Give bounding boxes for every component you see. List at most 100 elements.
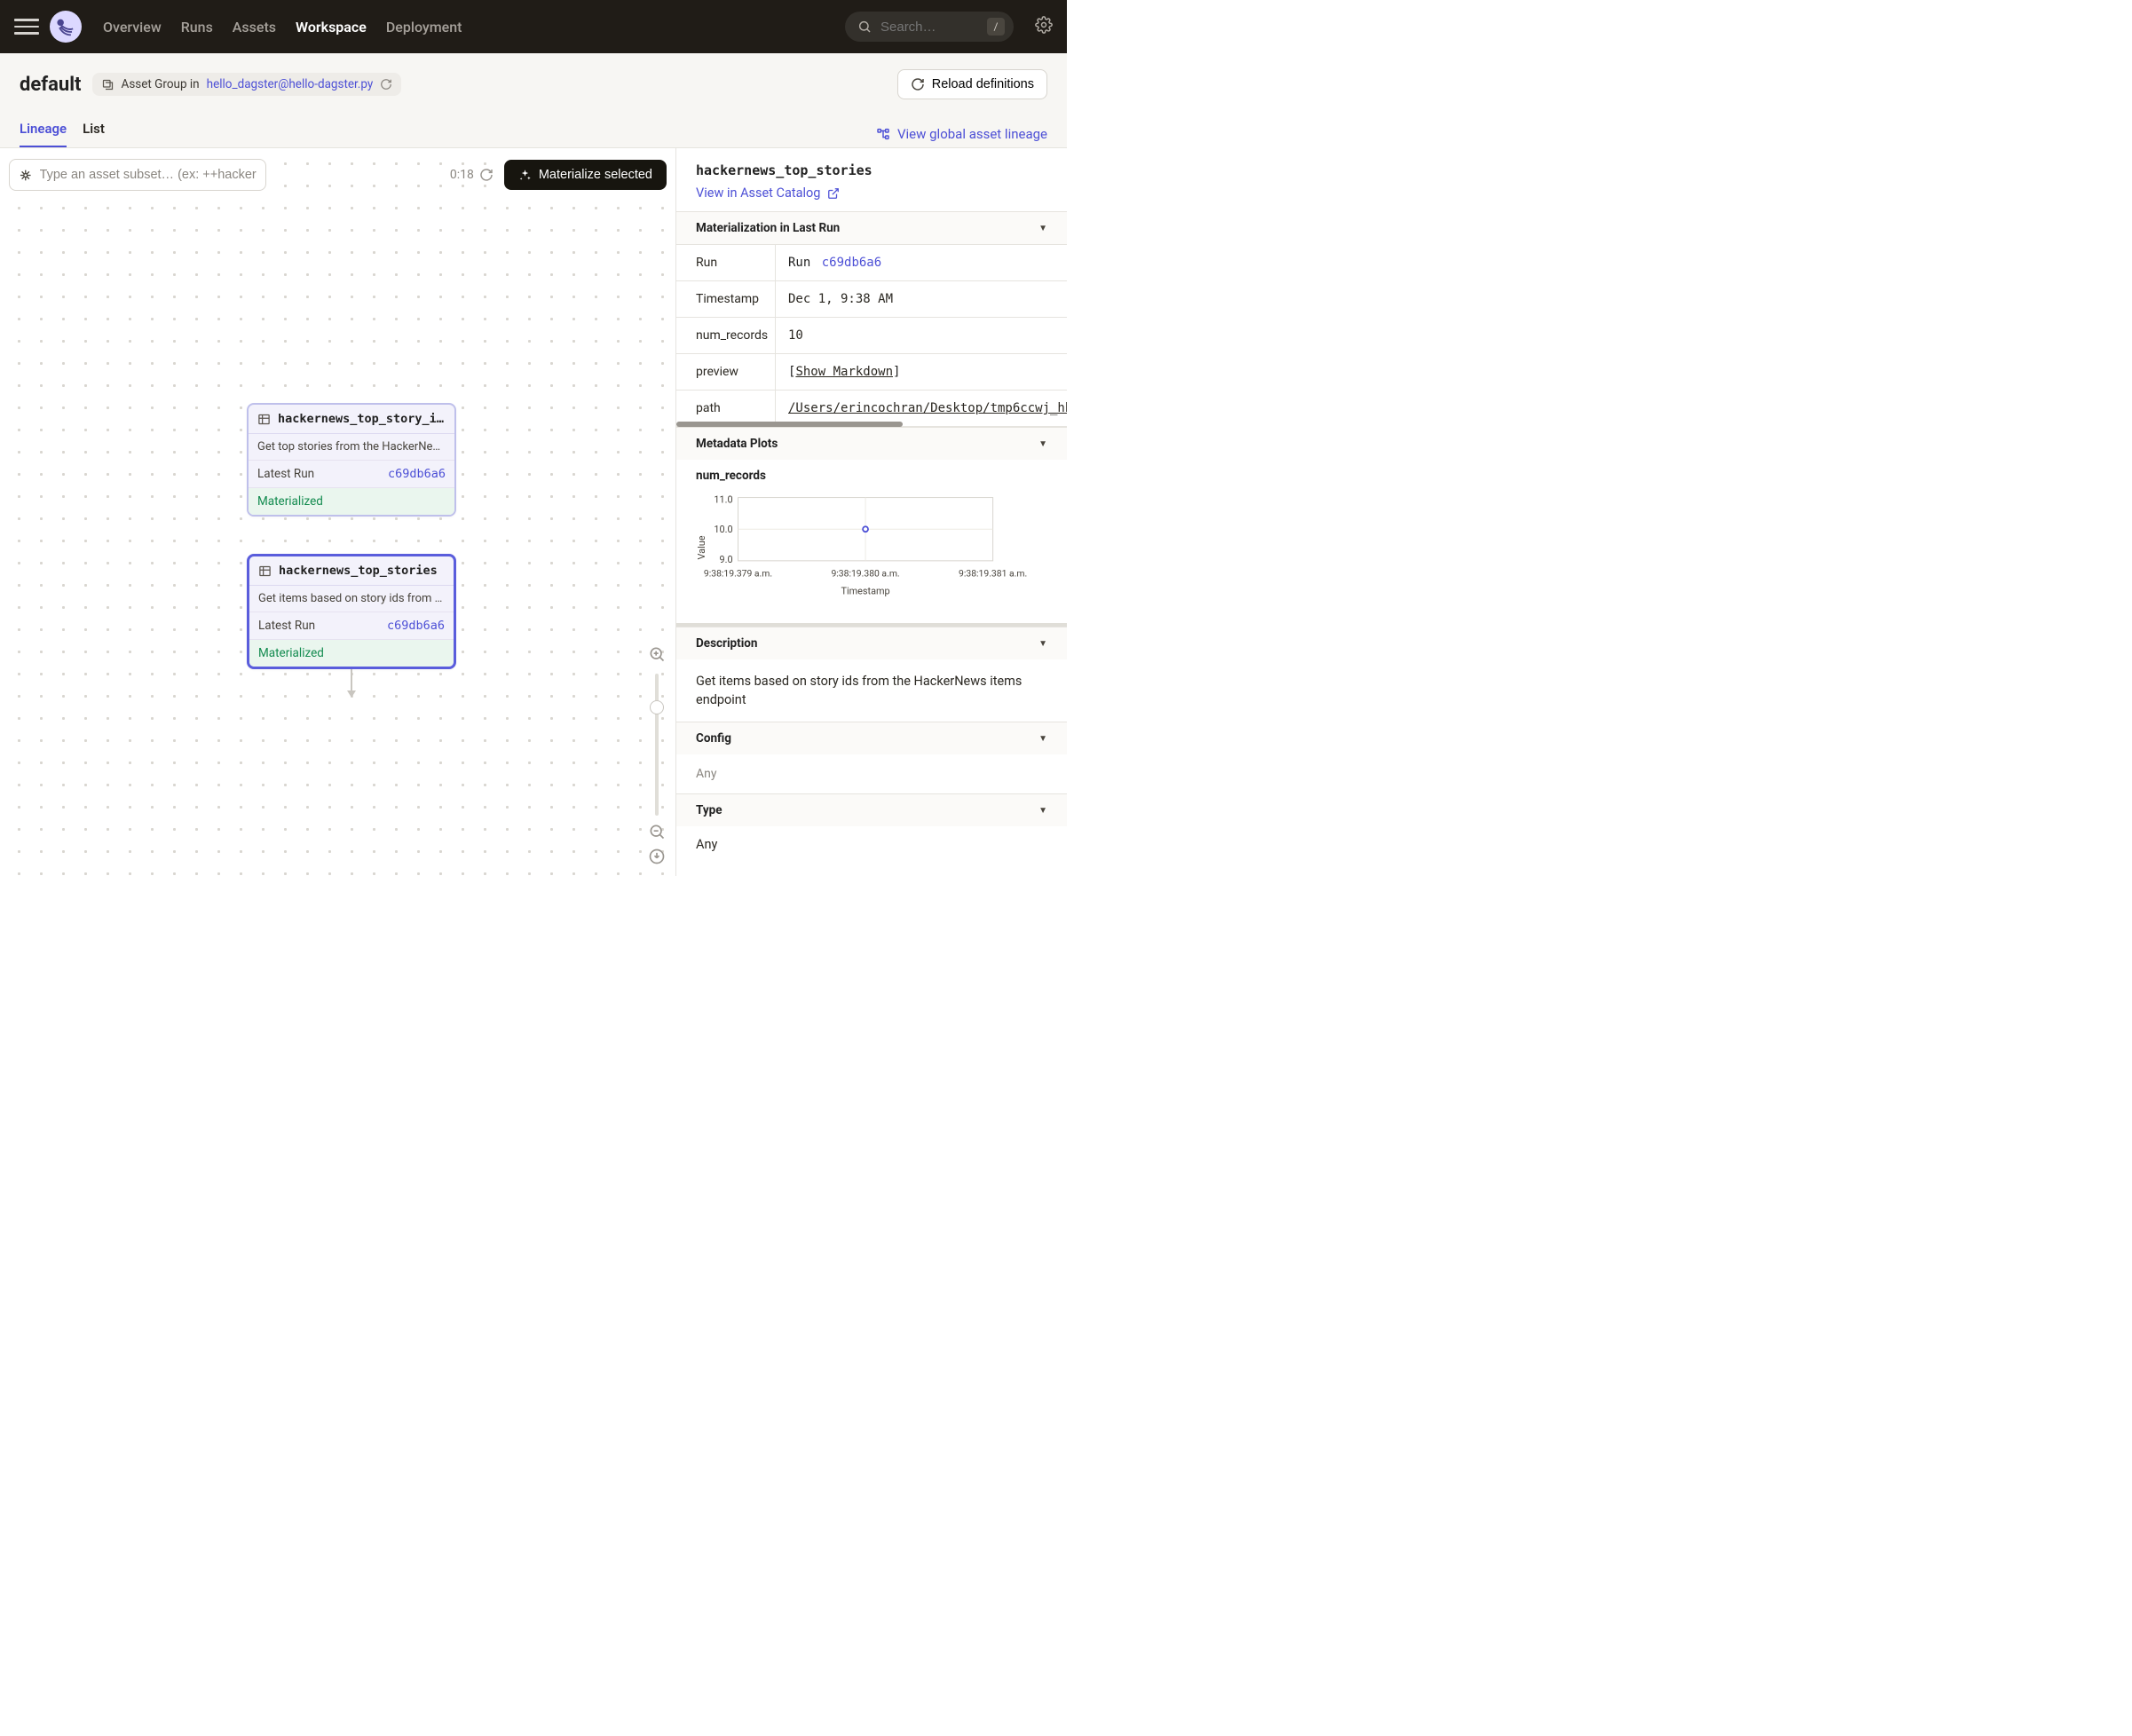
chevron-down-icon: ▼ — [1038, 439, 1047, 449]
row-value: Dec 1, 9:38 AM — [776, 281, 1067, 317]
tab-lineage[interactable]: Lineage — [20, 121, 67, 147]
canvas-pane: 0:18 Materialize selected hackernews_top… — [0, 148, 676, 876]
metadata-plot: num_records Value 11.0 10.0 9.0 9:38:19.… — [676, 460, 1067, 623]
row-key: path — [676, 391, 776, 426]
refresh-icon[interactable] — [479, 168, 494, 182]
search-icon — [857, 20, 872, 34]
asset-node-hackernews-top-stories[interactable]: hackernews_top_stories Get items based o… — [247, 554, 456, 669]
run-id-link[interactable]: c69db6a6 — [388, 467, 446, 481]
zoom-in-icon[interactable] — [648, 645, 666, 667]
external-link-icon — [827, 187, 840, 200]
node-name: hackernews_top_story_ids — [278, 412, 446, 426]
catalog-link-label: View in Asset Catalog — [696, 185, 820, 201]
svg-text:9.0: 9.0 — [719, 554, 732, 565]
section-label: Type — [696, 803, 723, 817]
asset-filter-input[interactable] — [40, 168, 257, 182]
table-row: Run Run c69db6a6 — [676, 245, 1067, 281]
tabs: Lineage List — [20, 121, 105, 147]
search-kbd: / — [987, 18, 1005, 36]
timer-value: 0:18 — [450, 168, 474, 182]
table-icon — [258, 564, 272, 578]
sparkle-icon — [518, 169, 532, 182]
nav-links: Overview Runs Assets Workspace Deploymen… — [103, 19, 462, 36]
nav-runs[interactable]: Runs — [181, 19, 213, 36]
page-title: default — [20, 74, 82, 96]
chevron-down-icon: ▼ — [1038, 734, 1047, 744]
badge-link[interactable]: hello_dagster@hello-dagster.py — [207, 77, 374, 91]
asset-filter-input-wrap[interactable] — [9, 159, 266, 191]
chevron-down-icon: ▼ — [1038, 639, 1047, 649]
materialization-table: Run Run c69db6a6 Timestamp Dec 1, 9:38 A… — [676, 244, 1067, 427]
svg-text:11.0: 11.0 — [714, 494, 732, 506]
download-icon[interactable] — [648, 848, 666, 869]
row-value: 10 — [776, 318, 1067, 353]
reload-definitions-button[interactable]: Reload definitions — [897, 69, 1047, 99]
run-id-link[interactable]: c69db6a6 — [822, 256, 881, 270]
table-row: Timestamp Dec 1, 9:38 AM — [676, 281, 1067, 318]
show-markdown-link[interactable]: Show Markdown — [795, 365, 893, 379]
refresh-timer: 0:18 — [450, 168, 494, 182]
search-input[interactable] — [880, 20, 978, 35]
row-key: preview — [676, 354, 776, 390]
page-header: default Asset Group in hello_dagster@hel… — [0, 53, 1067, 148]
run-id-link[interactable]: c69db6a6 — [387, 619, 445, 633]
row-key: Timestamp — [676, 281, 776, 317]
section-label: Config — [696, 731, 731, 746]
latest-run-label: Latest Run — [258, 619, 315, 633]
refresh-icon[interactable] — [380, 78, 392, 91]
latest-run-label: Latest Run — [257, 467, 314, 481]
global-lineage-label: View global asset lineage — [897, 126, 1047, 142]
top-nav: Overview Runs Assets Workspace Deploymen… — [0, 0, 1067, 53]
section-label: Metadata Plots — [696, 437, 778, 451]
materialize-selected-button[interactable]: Materialize selected — [504, 160, 667, 190]
nav-overview[interactable]: Overview — [103, 19, 162, 36]
section-label: Description — [696, 636, 757, 651]
menu-icon[interactable] — [14, 14, 39, 39]
run-prefix: Run — [788, 256, 810, 270]
reload-icon — [911, 77, 925, 91]
lineage-icon — [876, 127, 890, 141]
asset-node-hackernews-top-story-ids[interactable]: hackernews_top_story_ids Get top stories… — [247, 403, 456, 517]
path-value[interactable]: /Users/erincochran/Desktop/tmp6ccwj_hb — [788, 401, 1067, 415]
gear-icon[interactable] — [1035, 16, 1053, 37]
tab-list[interactable]: List — [83, 121, 105, 147]
section-metadata-plots[interactable]: Metadata Plots ▼ — [676, 427, 1067, 460]
node-description: Get items based on story ids from t… — [249, 586, 454, 612]
view-in-asset-catalog-link[interactable]: View in Asset Catalog — [696, 185, 1047, 201]
table-icon — [257, 413, 271, 426]
num-records-chart: Value 11.0 10.0 9.0 9:38:19.379 a.m. 9:3… — [696, 490, 1047, 605]
section-label: Materialization in Last Run — [696, 221, 840, 235]
node-name: hackernews_top_stories — [279, 564, 445, 578]
logo[interactable] — [50, 11, 82, 43]
svg-text:10.0: 10.0 — [714, 524, 732, 535]
detail-pane: hackernews_top_stories View in Asset Cat… — [676, 148, 1067, 876]
svg-text:9:38:19.380 a.m.: 9:38:19.380 a.m. — [831, 568, 899, 580]
section-materialization[interactable]: Materialization in Last Run ▼ — [676, 211, 1067, 244]
nav-workspace[interactable]: Workspace — [296, 19, 367, 36]
nav-deployment[interactable]: Deployment — [386, 19, 462, 36]
chevron-down-icon: ▼ — [1038, 224, 1047, 233]
materialize-label: Materialize selected — [539, 168, 652, 182]
section-description[interactable]: Description ▼ — [676, 627, 1067, 659]
reload-label: Reload definitions — [932, 77, 1034, 91]
canvas-toolbar: 0:18 Materialize selected — [9, 159, 667, 191]
table-row: preview [Show Markdown] — [676, 354, 1067, 391]
zoom-control — [645, 645, 668, 869]
svg-text:9:38:19.381 a.m.: 9:38:19.381 a.m. — [959, 568, 1027, 580]
zoom-thumb[interactable] — [650, 700, 664, 714]
nav-assets[interactable]: Assets — [233, 19, 276, 36]
search-box[interactable]: / — [845, 12, 1014, 42]
badge-label: Asset Group in — [122, 77, 200, 91]
zoom-out-icon[interactable] — [648, 823, 666, 844]
section-config[interactable]: Config ▼ — [676, 722, 1067, 754]
svg-text:Value: Value — [696, 535, 707, 559]
section-type[interactable]: Type ▼ — [676, 793, 1067, 826]
view-global-lineage-link[interactable]: View global asset lineage — [876, 126, 1047, 142]
horizontal-scrollbar[interactable] — [676, 422, 1067, 427]
zoom-slider[interactable] — [655, 674, 659, 816]
content: 0:18 Materialize selected hackernews_top… — [0, 148, 1067, 876]
table-row: num_records 10 — [676, 318, 1067, 354]
svg-text:9:38:19.379 a.m.: 9:38:19.379 a.m. — [704, 568, 772, 580]
svg-text:Timestamp: Timestamp — [841, 585, 889, 596]
chevron-down-icon: ▼ — [1038, 806, 1047, 816]
